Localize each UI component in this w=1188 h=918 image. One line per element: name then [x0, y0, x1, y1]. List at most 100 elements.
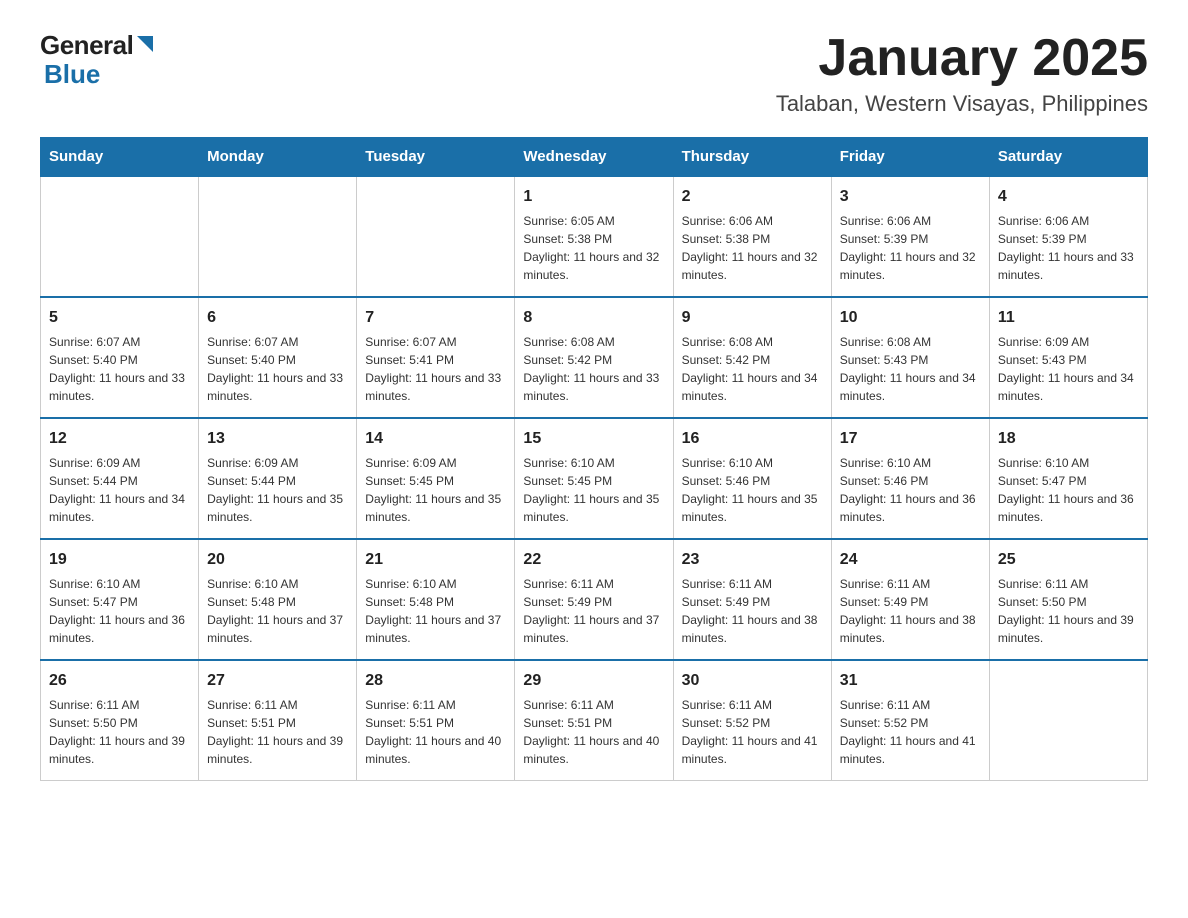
calendar-cell: 15 Sunrise: 6:10 AM Sunset: 5:45 PM Dayli…	[515, 418, 673, 539]
calendar-day-header: Thursday	[673, 138, 831, 177]
calendar-cell: 9 Sunrise: 6:08 AM Sunset: 5:42 PM Daylig…	[673, 297, 831, 418]
calendar-cell: 30 Sunrise: 6:11 AM Sunset: 5:52 PM Dayli…	[673, 660, 831, 781]
calendar-cell	[989, 660, 1147, 781]
day-info: Sunrise: 6:09 AM Sunset: 5:44 PM Dayligh…	[207, 454, 348, 526]
day-number: 26	[49, 669, 190, 693]
calendar-cell: 25 Sunrise: 6:11 AM Sunset: 5:50 PM Dayli…	[989, 539, 1147, 660]
day-number: 14	[365, 427, 506, 451]
calendar-day-header: Saturday	[989, 138, 1147, 177]
day-info: Sunrise: 6:11 AM Sunset: 5:50 PM Dayligh…	[49, 696, 190, 768]
day-info: Sunrise: 6:11 AM Sunset: 5:51 PM Dayligh…	[523, 696, 664, 768]
calendar-cell: 4Sunrise: 6:06 AM Sunset: 5:39 PM Daylig…	[989, 176, 1147, 297]
calendar-table: SundayMondayTuesdayWednesdayThursdayFrid…	[40, 137, 1148, 781]
calendar-day-header: Friday	[831, 138, 989, 177]
calendar-cell: 29 Sunrise: 6:11 AM Sunset: 5:51 PM Dayli…	[515, 660, 673, 781]
day-number: 10	[840, 306, 981, 330]
day-info: Sunrise: 6:05 AM Sunset: 5:38 PM Dayligh…	[523, 212, 664, 284]
calendar-cell: 17 Sunrise: 6:10 AM Sunset: 5:46 PM Dayli…	[831, 418, 989, 539]
calendar-cell: 27Sunrise: 6:11 AM Sunset: 5:51 PM Dayli…	[199, 660, 357, 781]
calendar-week-row: 5 Sunrise: 6:07 AM Sunset: 5:40 PM Daylig…	[41, 297, 1148, 418]
day-number: 20	[207, 548, 348, 572]
day-number: 9	[682, 306, 823, 330]
day-number: 30	[682, 669, 823, 693]
day-number: 13	[207, 427, 348, 451]
day-info: Sunrise: 6:09 AM Sunset: 5:43 PM Dayligh…	[998, 333, 1139, 405]
day-number: 19	[49, 548, 190, 572]
day-info: Sunrise: 6:10 AM Sunset: 5:48 PM Dayligh…	[365, 575, 506, 647]
calendar-cell	[199, 176, 357, 297]
calendar-cell: 21 Sunrise: 6:10 AM Sunset: 5:48 PM Dayli…	[357, 539, 515, 660]
calendar-cell: 6Sunrise: 6:07 AM Sunset: 5:40 PM Daylig…	[199, 297, 357, 418]
calendar-cell: 28 Sunrise: 6:11 AM Sunset: 5:51 PM Dayli…	[357, 660, 515, 781]
day-info: Sunrise: 6:08 AM Sunset: 5:42 PM Dayligh…	[523, 333, 664, 405]
day-number: 15	[523, 427, 664, 451]
day-number: 8	[523, 306, 664, 330]
calendar-week-row: 19 Sunrise: 6:10 AM Sunset: 5:47 PM Dayli…	[41, 539, 1148, 660]
day-info: Sunrise: 6:11 AM Sunset: 5:49 PM Dayligh…	[523, 575, 664, 647]
day-number: 6	[207, 306, 348, 330]
day-info: Sunrise: 6:08 AM Sunset: 5:43 PM Dayligh…	[840, 333, 981, 405]
day-info: Sunrise: 6:11 AM Sunset: 5:51 PM Dayligh…	[365, 696, 506, 768]
day-info: Sunrise: 6:11 AM Sunset: 5:50 PM Dayligh…	[998, 575, 1139, 647]
logo-general-text: General	[40, 30, 133, 61]
day-info: Sunrise: 6:11 AM Sunset: 5:49 PM Dayligh…	[840, 575, 981, 647]
day-number: 16	[682, 427, 823, 451]
day-number: 18	[998, 427, 1139, 451]
calendar-cell: 8 Sunrise: 6:08 AM Sunset: 5:42 PM Daylig…	[515, 297, 673, 418]
calendar-cell	[357, 176, 515, 297]
calendar-day-header: Tuesday	[357, 138, 515, 177]
day-number: 24	[840, 548, 981, 572]
calendar-cell: 2 Sunrise: 6:06 AM Sunset: 5:38 PM Daylig…	[673, 176, 831, 297]
calendar-cell: 22Sunrise: 6:11 AM Sunset: 5:49 PM Dayli…	[515, 539, 673, 660]
day-number: 29	[523, 669, 664, 693]
logo-triangle-icon	[134, 34, 156, 56]
calendar-week-row: 26 Sunrise: 6:11 AM Sunset: 5:50 PM Dayli…	[41, 660, 1148, 781]
day-info: Sunrise: 6:10 AM Sunset: 5:47 PM Dayligh…	[49, 575, 190, 647]
calendar-cell: 20 Sunrise: 6:10 AM Sunset: 5:48 PM Dayli…	[199, 539, 357, 660]
page-subtitle: Talaban, Western Visayas, Philippines	[776, 91, 1148, 117]
calendar-day-header: Monday	[199, 138, 357, 177]
day-info: Sunrise: 6:09 AM Sunset: 5:44 PM Dayligh…	[49, 454, 190, 526]
calendar-week-row: 1Sunrise: 6:05 AM Sunset: 5:38 PM Daylig…	[41, 176, 1148, 297]
day-info: Sunrise: 6:07 AM Sunset: 5:40 PM Dayligh…	[49, 333, 190, 405]
calendar-cell: 26 Sunrise: 6:11 AM Sunset: 5:50 PM Dayli…	[41, 660, 199, 781]
calendar-day-header: Sunday	[41, 138, 199, 177]
day-info: Sunrise: 6:07 AM Sunset: 5:41 PM Dayligh…	[365, 333, 506, 405]
day-number: 17	[840, 427, 981, 451]
day-info: Sunrise: 6:08 AM Sunset: 5:42 PM Dayligh…	[682, 333, 823, 405]
day-info: Sunrise: 6:10 AM Sunset: 5:46 PM Dayligh…	[840, 454, 981, 526]
day-info: Sunrise: 6:10 AM Sunset: 5:48 PM Dayligh…	[207, 575, 348, 647]
calendar-cell: 7 Sunrise: 6:07 AM Sunset: 5:41 PM Daylig…	[357, 297, 515, 418]
calendar-day-header: Wednesday	[515, 138, 673, 177]
day-info: Sunrise: 6:10 AM Sunset: 5:45 PM Dayligh…	[523, 454, 664, 526]
day-number: 2	[682, 185, 823, 209]
day-number: 5	[49, 306, 190, 330]
day-number: 23	[682, 548, 823, 572]
day-info: Sunrise: 6:10 AM Sunset: 5:46 PM Dayligh…	[682, 454, 823, 526]
calendar-cell: 31Sunrise: 6:11 AM Sunset: 5:52 PM Dayli…	[831, 660, 989, 781]
calendar-cell: 10 Sunrise: 6:08 AM Sunset: 5:43 PM Dayli…	[831, 297, 989, 418]
day-info: Sunrise: 6:11 AM Sunset: 5:51 PM Dayligh…	[207, 696, 348, 768]
calendar-cell: 24 Sunrise: 6:11 AM Sunset: 5:49 PM Dayli…	[831, 539, 989, 660]
calendar-cell: 16 Sunrise: 6:10 AM Sunset: 5:46 PM Dayli…	[673, 418, 831, 539]
day-number: 21	[365, 548, 506, 572]
calendar-cell: 13 Sunrise: 6:09 AM Sunset: 5:44 PM Dayli…	[199, 418, 357, 539]
day-number: 12	[49, 427, 190, 451]
page-header: General Blue January 2025 Talaban, Weste…	[40, 30, 1148, 117]
logo: General Blue	[40, 30, 156, 90]
day-info: Sunrise: 6:06 AM Sunset: 5:38 PM Dayligh…	[682, 212, 823, 284]
calendar-cell: 12 Sunrise: 6:09 AM Sunset: 5:44 PM Dayli…	[41, 418, 199, 539]
calendar-cell: 3Sunrise: 6:06 AM Sunset: 5:39 PM Daylig…	[831, 176, 989, 297]
page-title: January 2025	[776, 30, 1148, 87]
day-info: Sunrise: 6:09 AM Sunset: 5:45 PM Dayligh…	[365, 454, 506, 526]
calendar-cell: 5 Sunrise: 6:07 AM Sunset: 5:40 PM Daylig…	[41, 297, 199, 418]
calendar-header-row: SundayMondayTuesdayWednesdayThursdayFrid…	[41, 138, 1148, 177]
title-block: January 2025 Talaban, Western Visayas, P…	[776, 30, 1148, 117]
day-number: 7	[365, 306, 506, 330]
day-info: Sunrise: 6:11 AM Sunset: 5:49 PM Dayligh…	[682, 575, 823, 647]
calendar-cell: 1Sunrise: 6:05 AM Sunset: 5:38 PM Daylig…	[515, 176, 673, 297]
day-info: Sunrise: 6:11 AM Sunset: 5:52 PM Dayligh…	[682, 696, 823, 768]
day-number: 28	[365, 669, 506, 693]
day-number: 25	[998, 548, 1139, 572]
day-number: 4	[998, 185, 1139, 209]
